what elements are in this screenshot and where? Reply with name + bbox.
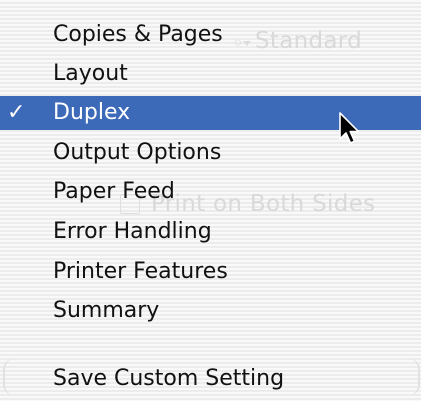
menu-item-label: Error Handling xyxy=(53,219,212,244)
menu-item-label: Paper Feed xyxy=(53,179,175,204)
menu-item-layout[interactable]: Layout xyxy=(0,57,421,91)
menu-item-label: Summary xyxy=(53,298,160,323)
menu-separator xyxy=(0,343,421,359)
mouse-pointer-icon xyxy=(339,112,360,144)
menu-item-printer-features[interactable]: Printer Features xyxy=(0,255,421,289)
menu-item-label: Copies & Pages xyxy=(53,22,223,47)
menu-item-label: Layout xyxy=(53,61,128,86)
menu-item-label: Save Custom Setting xyxy=(53,366,285,391)
menu-item-summary[interactable]: Summary xyxy=(0,294,421,328)
menu-item-label: Duplex xyxy=(53,100,131,125)
menu-item-label: Output Options xyxy=(53,140,222,165)
check-icon: ✓ xyxy=(7,100,26,125)
popup-menu: ◦ Standard Print on Both Sides Copies & … xyxy=(0,0,421,401)
menu-item-save-custom-setting[interactable]: Save Custom Setting xyxy=(0,362,421,396)
menu-item-copies-pages[interactable]: Copies & Pages xyxy=(0,18,421,52)
menu-item-error-handling[interactable]: Error Handling xyxy=(0,215,421,249)
menu-item-paper-feed[interactable]: Paper Feed xyxy=(0,175,421,209)
menu-item-label: Printer Features xyxy=(53,259,228,284)
